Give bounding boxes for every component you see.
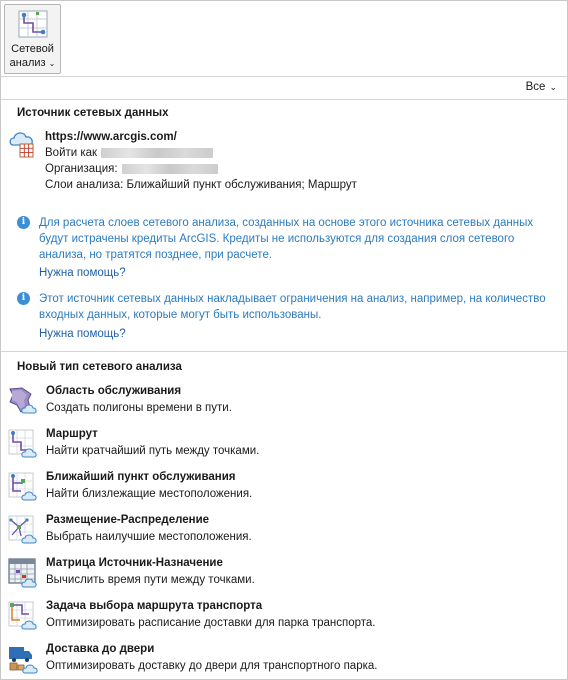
network-analysis-panel: Сетевой анализ ⌄ Все ⌄ Источник сетевых д… bbox=[0, 0, 568, 680]
redacted-organization bbox=[121, 163, 218, 174]
analysis-item-desc: Найти кратчайший путь между точками. bbox=[46, 445, 260, 457]
analysis-item-last-mile-delivery[interactable]: Доставка до двери Оптимизировать доставк… bbox=[7, 643, 557, 680]
location-allocation-icon bbox=[8, 515, 37, 544]
filter-bar: Все ⌄ bbox=[1, 77, 567, 100]
info-icon: i bbox=[17, 292, 30, 305]
network-grid-icon bbox=[18, 10, 48, 38]
ribbon: Сетевой анализ ⌄ bbox=[1, 1, 567, 77]
analysis-item-name: Маршрут bbox=[46, 428, 98, 440]
analysis-item-name: Размещение-Распределение bbox=[46, 514, 210, 526]
analysis-item-name: Ближайший пункт обслуживания bbox=[46, 471, 236, 483]
help-link-2[interactable]: Нужна помощь? bbox=[39, 328, 126, 340]
chevron-down-icon: ⌄ bbox=[48, 59, 56, 68]
section-divider bbox=[1, 351, 567, 352]
source-url: https://www.arcgis.com/ bbox=[45, 131, 177, 143]
analysis-item-desc: Найти близлежащие местоположения. bbox=[46, 488, 253, 500]
analysis-item-desc: Оптимизировать доставку до двери для тра… bbox=[46, 660, 378, 672]
network-analysis-dropdown-button[interactable]: Сетевой анализ ⌄ bbox=[4, 4, 61, 74]
analysis-item-service-area[interactable]: Область обслуживания Создать полигоны вр… bbox=[7, 385, 557, 425]
source-section-title: Источник сетевых данных bbox=[17, 107, 169, 119]
closest-facility-icon bbox=[8, 472, 37, 501]
analysis-item-location-allocation[interactable]: Размещение-Распределение Выбрать наилучш… bbox=[7, 514, 557, 554]
ribbon-button-label-2: анализ bbox=[9, 57, 46, 69]
route-icon bbox=[8, 429, 37, 458]
credits-info-text: Для расчета слоев сетевого анализа, созд… bbox=[39, 217, 534, 261]
ribbon-button-label-1: Сетевой bbox=[11, 43, 54, 55]
source-details: https://www.arcgis.com/ Войти как Органи… bbox=[45, 129, 357, 193]
analysis-item-desc: Создать полигоны времени в пути. bbox=[46, 402, 232, 414]
od-cost-matrix-icon bbox=[8, 558, 37, 588]
filter-label: Все bbox=[525, 81, 546, 93]
analysis-item-od-cost-matrix[interactable]: Матрица Источник-Назначение Вычислить вр… bbox=[7, 557, 557, 597]
analysis-section-title: Новый тип сетевого анализа bbox=[17, 361, 182, 373]
limits-info-text: Этот источник сетевых данных накладывает… bbox=[39, 293, 546, 321]
analysis-item-name: Доставка до двери bbox=[46, 643, 155, 655]
cloud-network-icon bbox=[9, 132, 34, 158]
analysis-item-name: Матрица Источник-Назначение bbox=[46, 557, 223, 569]
chevron-down-icon: ⌄ bbox=[549, 82, 557, 92]
analysis-item-desc: Выбрать наилучшие местоположения. bbox=[46, 531, 252, 543]
redacted-username bbox=[101, 147, 214, 158]
vehicle-routing-icon bbox=[8, 601, 37, 630]
analysis-layers-text: Слои анализа: Ближайший пункт обслуживан… bbox=[45, 179, 357, 191]
analysis-item-name: Область обслуживания bbox=[46, 385, 182, 397]
analysis-item-desc: Вычислить время пути между точками. bbox=[46, 574, 255, 586]
analysis-item-name: Задача выбора маршрута транспорта bbox=[46, 600, 263, 612]
last-mile-delivery-icon bbox=[9, 647, 38, 674]
analysis-item-route[interactable]: Маршрут Найти кратчайший путь между точк… bbox=[7, 428, 557, 468]
analysis-item-desc: Оптимизировать расписание доставки для п… bbox=[46, 617, 376, 629]
analysis-item-closest-facility[interactable]: Ближайший пункт обслуживания Найти близл… bbox=[7, 471, 557, 511]
login-label: Войти как bbox=[45, 147, 98, 159]
service-area-icon bbox=[9, 387, 37, 414]
help-link-1[interactable]: Нужна помощь? bbox=[39, 267, 126, 279]
filter-dropdown[interactable]: Все ⌄ bbox=[526, 81, 557, 93]
analysis-item-vehicle-routing[interactable]: Задача выбора маршрута транспорта Оптими… bbox=[7, 600, 557, 640]
info-icon: i bbox=[17, 216, 30, 229]
organization-label: Организация: bbox=[45, 163, 118, 175]
